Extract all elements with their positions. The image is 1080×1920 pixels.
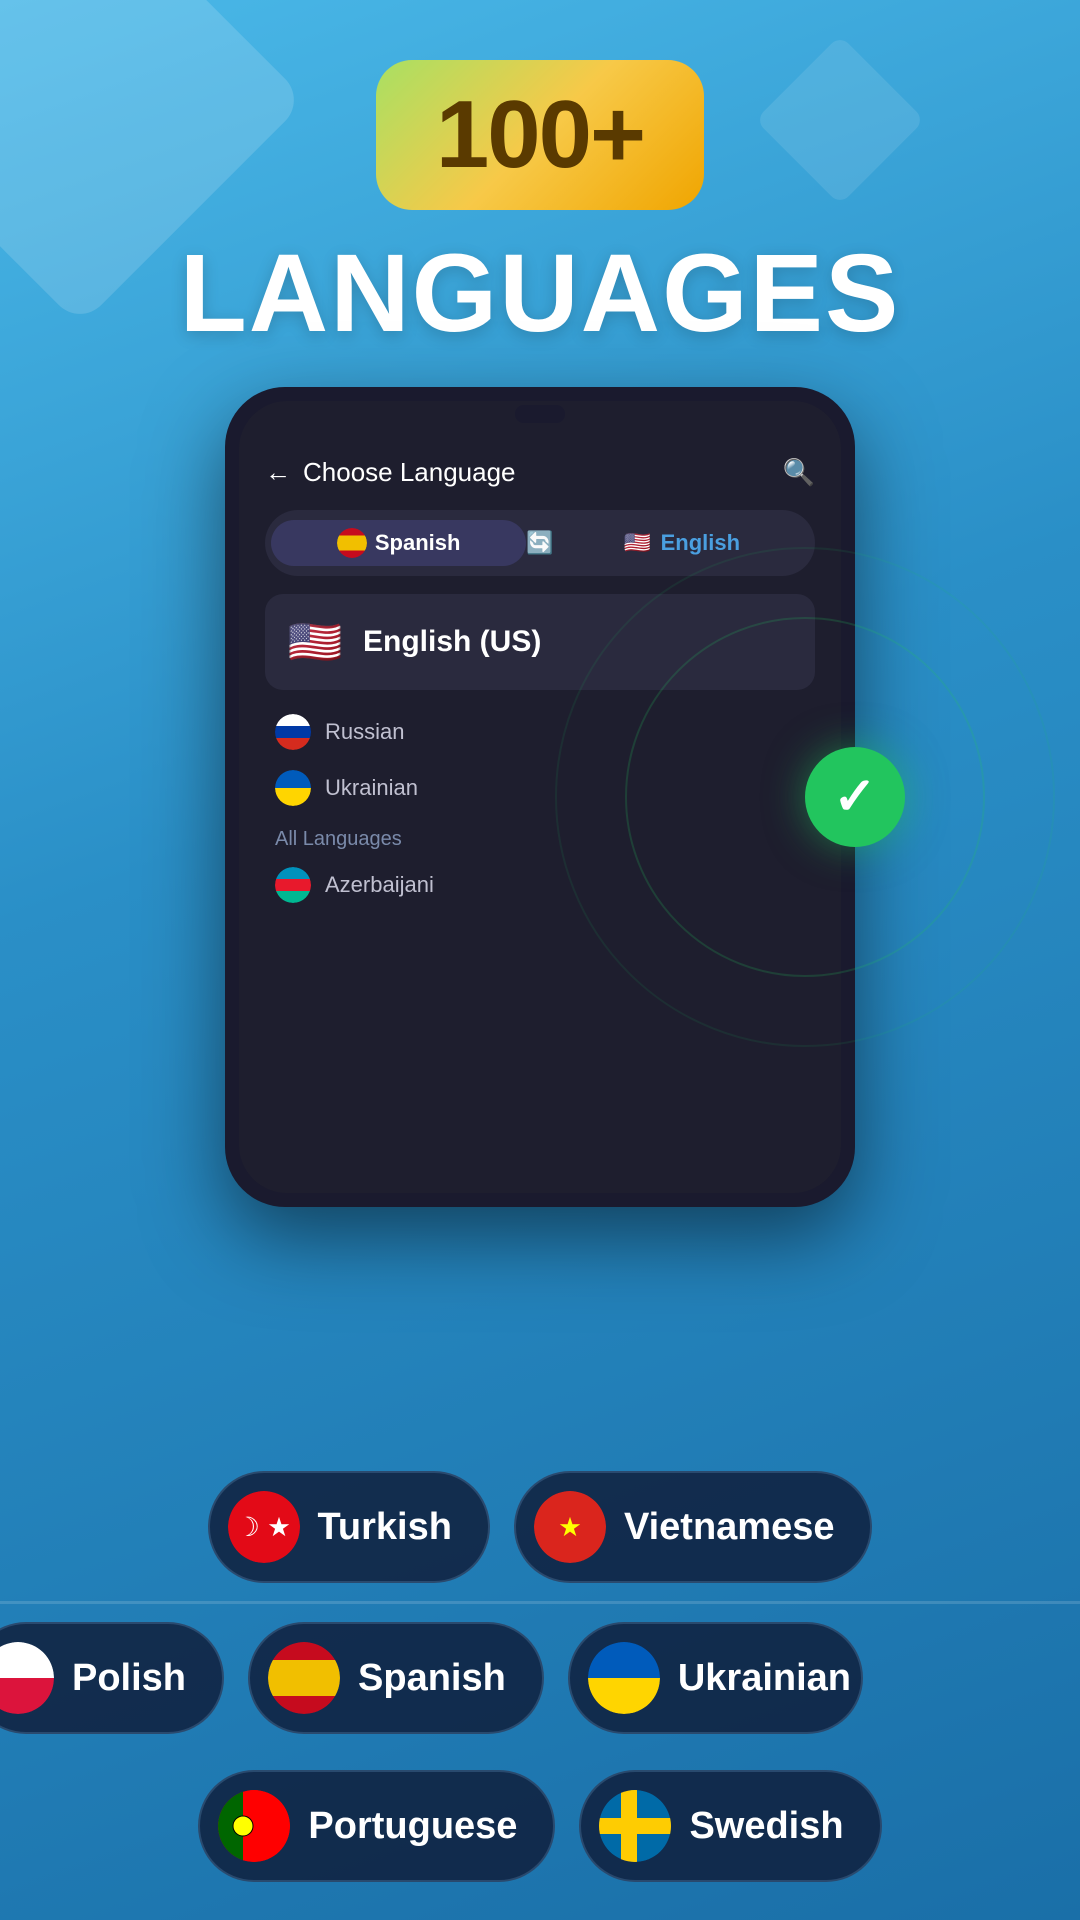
spanish-flag-pill: [268, 1642, 340, 1714]
portuguese-flag: [218, 1790, 290, 1862]
azerbaijani-flag: [275, 867, 311, 903]
badge-text: 100+: [436, 81, 644, 188]
phone-outer: ← Choose Language 🔍 Spanish 🔄: [225, 387, 855, 1207]
selected-language-name: English (US): [363, 625, 541, 659]
swedish-pill[interactable]: Swedish: [579, 1770, 881, 1882]
swedish-label: Swedish: [689, 1805, 843, 1848]
search-icon[interactable]: 🔍: [783, 457, 815, 488]
badge-100plus: 100+: [376, 60, 704, 210]
languages-title: LANGUAGES: [180, 230, 901, 357]
back-arrow-icon: ←: [265, 457, 291, 488]
english-us-flag: 🇺🇸: [285, 612, 345, 672]
swedish-flag: [599, 1790, 671, 1862]
polish-flag: [0, 1642, 54, 1714]
swap-icon[interactable]: 🔄: [526, 530, 553, 556]
vietnamese-label: Vietnamese: [624, 1506, 835, 1549]
from-language-label: Spanish: [375, 530, 461, 556]
ukrainian-pill-label: Ukrainian: [678, 1657, 851, 1700]
pills-row-1: ☽ ★ Turkish ★ Vietnamese: [0, 1453, 1080, 1601]
back-button[interactable]: ← Choose Language: [265, 457, 516, 488]
ukrainian-flag: [275, 770, 311, 806]
phone-notch: [515, 405, 565, 423]
tab-from-language[interactable]: Spanish: [271, 520, 526, 566]
ukrainian-pill[interactable]: Ukrainian: [568, 1622, 863, 1734]
bottom-pills-section: ☽ ★ Turkish ★ Vietnamese Polish Spanish: [0, 1443, 1080, 1920]
turkish-label: Turkish: [318, 1506, 452, 1549]
spanish-label: Spanish: [358, 1657, 506, 1700]
portuguese-pill[interactable]: Portuguese: [198, 1770, 555, 1882]
english-flag-tab: 🇺🇸: [623, 528, 653, 558]
russian-label: Russian: [325, 719, 404, 745]
phone-screen-title: Choose Language: [303, 457, 516, 488]
spanish-flag-tab: [337, 528, 367, 558]
pills-row-3: Portuguese Swedish: [0, 1752, 1080, 1900]
spanish-pill[interactable]: Spanish: [248, 1622, 544, 1734]
header-section: 100+ LANGUAGES: [0, 0, 1080, 357]
turkish-pill[interactable]: ☽ ★ Turkish: [208, 1471, 490, 1583]
checkmark-bubble: [805, 747, 905, 847]
polish-label: Polish: [72, 1657, 186, 1700]
vietnamese-pill[interactable]: ★ Vietnamese: [514, 1471, 873, 1583]
vietnamese-flag: ★: [534, 1491, 606, 1563]
portuguese-label: Portuguese: [308, 1805, 517, 1848]
polish-pill[interactable]: Polish: [0, 1622, 224, 1734]
phone-header: ← Choose Language 🔍: [265, 457, 815, 488]
ukrainian-flag-pill: [588, 1642, 660, 1714]
russian-flag: [275, 714, 311, 750]
ukrainian-label: Ukrainian: [325, 775, 418, 801]
to-language-label: English: [661, 530, 740, 556]
azerbaijani-label: Azerbaijani: [325, 872, 434, 898]
pills-row-2: Polish Spanish Ukrainian: [0, 1604, 1080, 1752]
turkish-flag: ☽ ★: [228, 1491, 300, 1563]
phone-wrapper: ← Choose Language 🔍 Spanish 🔄: [0, 387, 1080, 1207]
